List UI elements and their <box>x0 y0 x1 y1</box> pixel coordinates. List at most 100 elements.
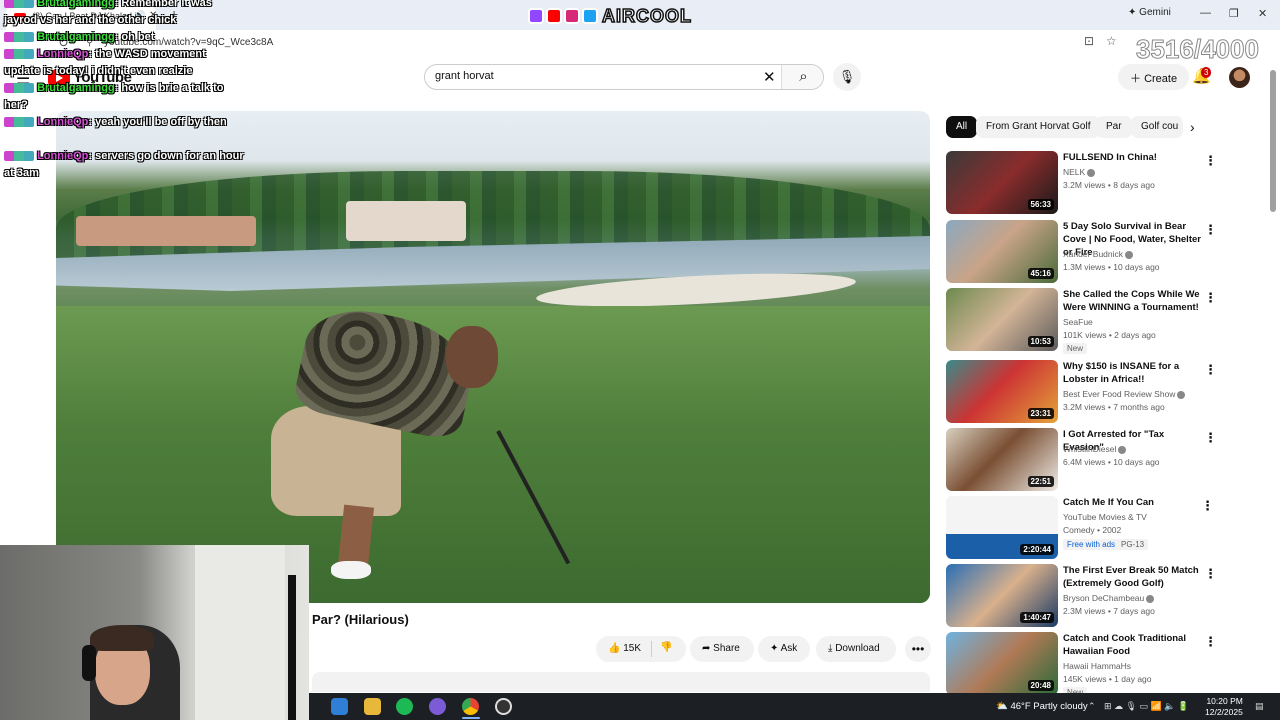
list-item[interactable]: 56:33 FULLSEND In China! NELK 3.2M views… <box>946 151 1226 215</box>
system-clock[interactable]: 10:20 PM 12/2/2025 <box>1205 696 1243 718</box>
rec-meta: 101K views • 2 days ago <box>1063 330 1156 340</box>
download-icon: ⤓ <box>828 643 833 654</box>
dislike-button[interactable]: 👎 <box>660 642 672 653</box>
more-vertical-icon[interactable]: ⋮ <box>1204 566 1217 582</box>
avatar[interactable] <box>1229 67 1250 88</box>
discord-icon[interactable] <box>429 698 446 715</box>
video-title: Par? (Hilarious) <box>312 612 409 627</box>
list-item[interactable]: 45:16 5 Day Solo Survival in Bear Cove |… <box>946 220 1226 284</box>
rec-meta: Comedy • 2002 <box>1063 525 1122 535</box>
list-item[interactable]: 2:20:44 Catch Me If You Can YouTube Movi… <box>946 496 1226 560</box>
window-close-icon[interactable]: ✕ <box>1258 7 1267 20</box>
rec-title[interactable]: Why $150 is INSANE for a Lobster in Afri… <box>1063 360 1203 386</box>
list-item[interactable]: 20:48 Catch and Cook Traditional Hawaiia… <box>946 632 1226 698</box>
list-item[interactable]: 22:51 I Got Arrested for "Tax Evasion" W… <box>946 428 1226 492</box>
create-button[interactable]: ＋ Create <box>1118 64 1190 90</box>
rec-channel[interactable]: YouTube Movies & TV <box>1063 512 1147 522</box>
rec-channel[interactable]: Hawaii HammaHs <box>1063 661 1131 671</box>
search-button[interactable]: ⌕ <box>781 65 823 89</box>
more-vertical-icon[interactable]: ⋮ <box>1204 290 1217 306</box>
duration-badge: 20:48 <box>1027 680 1054 691</box>
like-dislike-group: 👍 15K 👎 <box>596 636 686 662</box>
voice-search-button[interactable]: 🎙 <box>833 63 861 91</box>
gemini-button[interactable]: ✦ Gemini <box>1118 4 1181 24</box>
share-button[interactable]: ➦ Share <box>690 636 754 662</box>
chat-badges-icon <box>4 0 34 9</box>
ask-label: Ask <box>780 643 798 654</box>
instagram-icon <box>564 8 580 24</box>
video-thumbnail[interactable]: 10:53 <box>946 288 1058 351</box>
rating-badge: PG-13 <box>1117 539 1149 550</box>
rec-channel[interactable]: Best Ever Food Review Show <box>1063 389 1186 399</box>
bookmark-star-icon[interactable]: ☆ <box>1106 34 1117 48</box>
video-thumbnail[interactable]: 23:31 <box>946 360 1058 423</box>
download-button[interactable]: ⤓ Download <box>816 636 896 662</box>
more-vertical-icon[interactable]: ⋮ <box>1204 222 1217 238</box>
chevron-up-icon[interactable]: ⌃ <box>1088 701 1096 712</box>
more-vertical-icon[interactable]: ⋮ <box>1204 362 1217 378</box>
notification-center-icon[interactable]: ▤ <box>1255 701 1264 712</box>
verified-icon <box>1087 168 1096 177</box>
more-vertical-icon[interactable]: ⋮ <box>1204 430 1217 446</box>
more-vertical-icon[interactable]: ⋮ <box>1204 634 1217 650</box>
chat-username: Brutalgamingg <box>37 31 115 43</box>
more-actions-button[interactable]: ••• <box>905 636 931 662</box>
file-explorer-icon[interactable] <box>364 698 381 715</box>
chevron-right-icon[interactable]: › <box>1190 119 1195 135</box>
rec-channel[interactable]: NELK <box>1063 167 1096 177</box>
rec-title[interactable]: Catch and Cook Traditional Hawaiian Food <box>1063 632 1203 658</box>
video-thumbnail[interactable]: 56:33 <box>946 151 1058 214</box>
chat-message: LonnieQp: yeah you'll be off by then <box>4 114 244 131</box>
list-item[interactable]: 23:31 Why $150 is INSANE for a Lobster i… <box>946 360 1226 424</box>
video-thumbnail[interactable]: 45:16 <box>946 220 1058 283</box>
search-input[interactable]: grant horvat <box>435 70 494 82</box>
rec-channel[interactable]: Xander Budnick <box>1063 249 1134 259</box>
rec-channel[interactable]: Bryson DeChambeau <box>1063 593 1155 603</box>
video-thumbnail[interactable]: 1:40:47 <box>946 564 1058 627</box>
rec-meta: 3.2M views • 8 days ago <box>1063 180 1155 190</box>
video-player[interactable] <box>56 111 930 603</box>
duration-badge: 45:16 <box>1027 268 1054 279</box>
video-thumbnail[interactable]: 22:51 <box>946 428 1058 491</box>
chrome-icon[interactable] <box>462 698 479 715</box>
rec-channel[interactable]: SeaFue <box>1063 317 1093 327</box>
list-item[interactable]: 10:53 She Called the Cops While We Were … <box>946 288 1226 354</box>
clear-search-icon[interactable]: ✕ <box>763 68 776 86</box>
list-item[interactable]: 1:40:47 The First Ever Break 50 Match (E… <box>946 564 1226 628</box>
chat-text: : yeah you'll be off by then <box>88 116 227 128</box>
chip-all[interactable]: All <box>946 116 978 138</box>
rec-title[interactable]: The First Ever Break 50 Match (Extremely… <box>1063 564 1203 590</box>
ask-button[interactable]: ✦ Ask <box>758 636 810 662</box>
tray-icons[interactable]: ⊞ ☁ 🎙 ▭ 📶 🔈 🔋 <box>1104 701 1189 712</box>
description-box[interactable] <box>312 672 930 692</box>
video-thumbnail[interactable]: 20:48 <box>946 632 1058 695</box>
install-app-icon[interactable]: ⊡ <box>1084 34 1094 48</box>
duration-badge: 56:33 <box>1027 199 1054 210</box>
mic-arm <box>288 575 296 720</box>
more-vertical-icon[interactable]: ⋮ <box>1201 498 1214 514</box>
like-button[interactable]: 👍 15K <box>608 643 641 654</box>
chat-badges-icon <box>4 117 34 128</box>
obs-icon[interactable] <box>495 698 512 715</box>
chat-username: Brutalgamingg <box>37 0 115 9</box>
chip-from-channel[interactable]: From Grant Horvat Golf <box>976 116 1101 138</box>
scrollbar[interactable] <box>1270 70 1276 212</box>
minimize-icon[interactable]: — <box>1200 7 1211 19</box>
rec-title[interactable]: She Called the Cops While We Were WINNIN… <box>1063 288 1203 314</box>
rec-channel[interactable]: WhistlinDiesel <box>1063 444 1127 454</box>
chip-golf-course[interactable]: Golf cou <box>1131 116 1183 138</box>
rec-title[interactable]: Catch Me If You Can <box>1063 496 1203 509</box>
video-thumbnail[interactable]: 2:20:44 <box>946 496 1058 559</box>
store-icon[interactable] <box>331 698 348 715</box>
download-label: Download <box>835 643 880 654</box>
clock-date: 12/2/2025 <box>1205 707 1243 717</box>
spotify-icon[interactable] <box>396 698 413 715</box>
rec-title[interactable]: FULLSEND In China! <box>1063 151 1203 164</box>
more-vertical-icon[interactable]: ⋮ <box>1204 153 1217 169</box>
restore-icon[interactable]: ❐ <box>1229 7 1239 20</box>
weather-widget[interactable]: ⛅ 46°F Partly cloudy <box>996 701 1088 712</box>
chip-par[interactable]: Par <box>1096 116 1132 138</box>
create-label: Create <box>1144 73 1178 85</box>
more-horizontal-icon: ••• <box>911 642 925 656</box>
youtube-icon <box>546 8 562 24</box>
